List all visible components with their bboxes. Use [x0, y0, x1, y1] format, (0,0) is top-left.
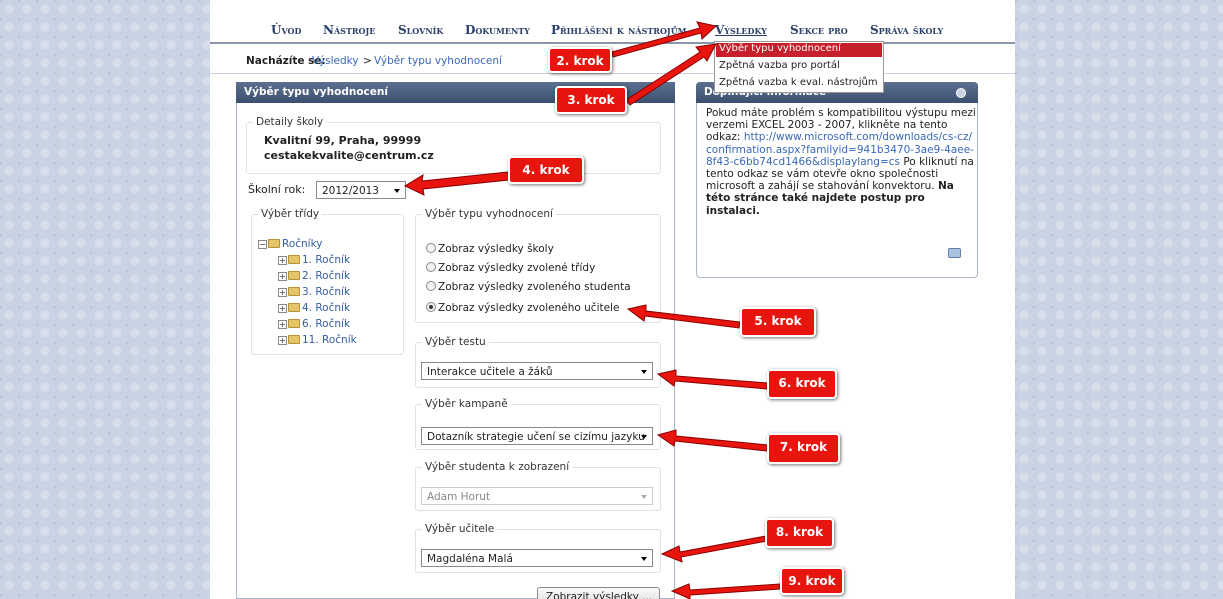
arrow-6: [656, 369, 769, 390]
step-3-callout: 3. krok: [555, 86, 627, 114]
step-7-callout: 7. krok: [767, 433, 840, 464]
arrow-4: [403, 171, 510, 196]
step-4-callout: 4. krok: [508, 156, 584, 184]
arrow-3: [625, 43, 717, 106]
step-2-callout: 2. krok: [548, 47, 612, 73]
arrow-8: [660, 535, 768, 563]
step-9-callout: 9. krok: [780, 567, 844, 595]
arrow-5: [626, 304, 741, 329]
step-5-callout: 5. krok: [740, 307, 816, 337]
arrow-7: [656, 429, 769, 452]
step-6-callout: 6. krok: [767, 369, 837, 399]
step-8-callout: 8. krok: [765, 518, 834, 548]
arrow-9: [670, 583, 781, 599]
